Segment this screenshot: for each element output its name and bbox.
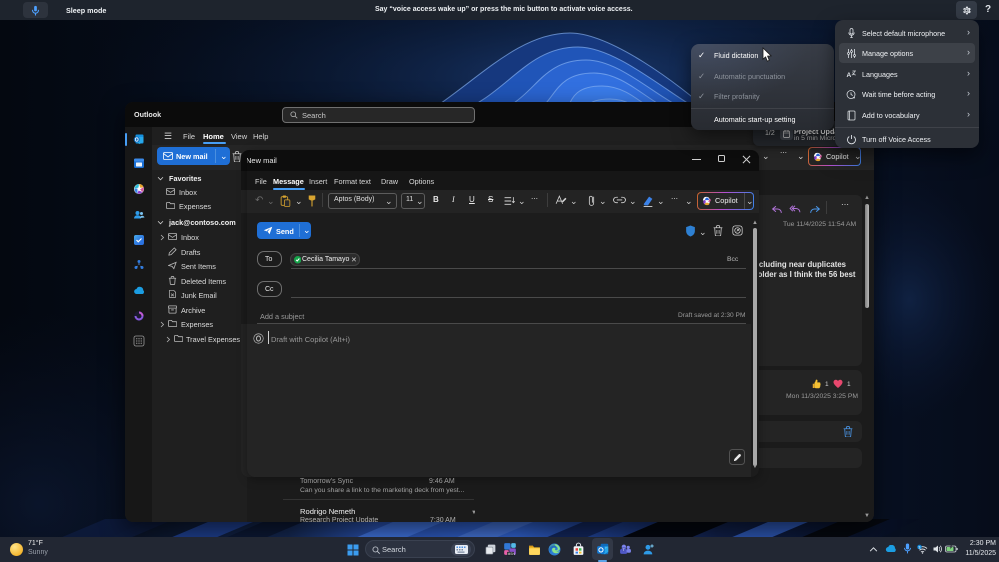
svg-text:$: $ — [919, 545, 921, 549]
svg-text:A: A — [847, 72, 852, 79]
svg-text:MSN: MSN — [508, 552, 516, 556]
